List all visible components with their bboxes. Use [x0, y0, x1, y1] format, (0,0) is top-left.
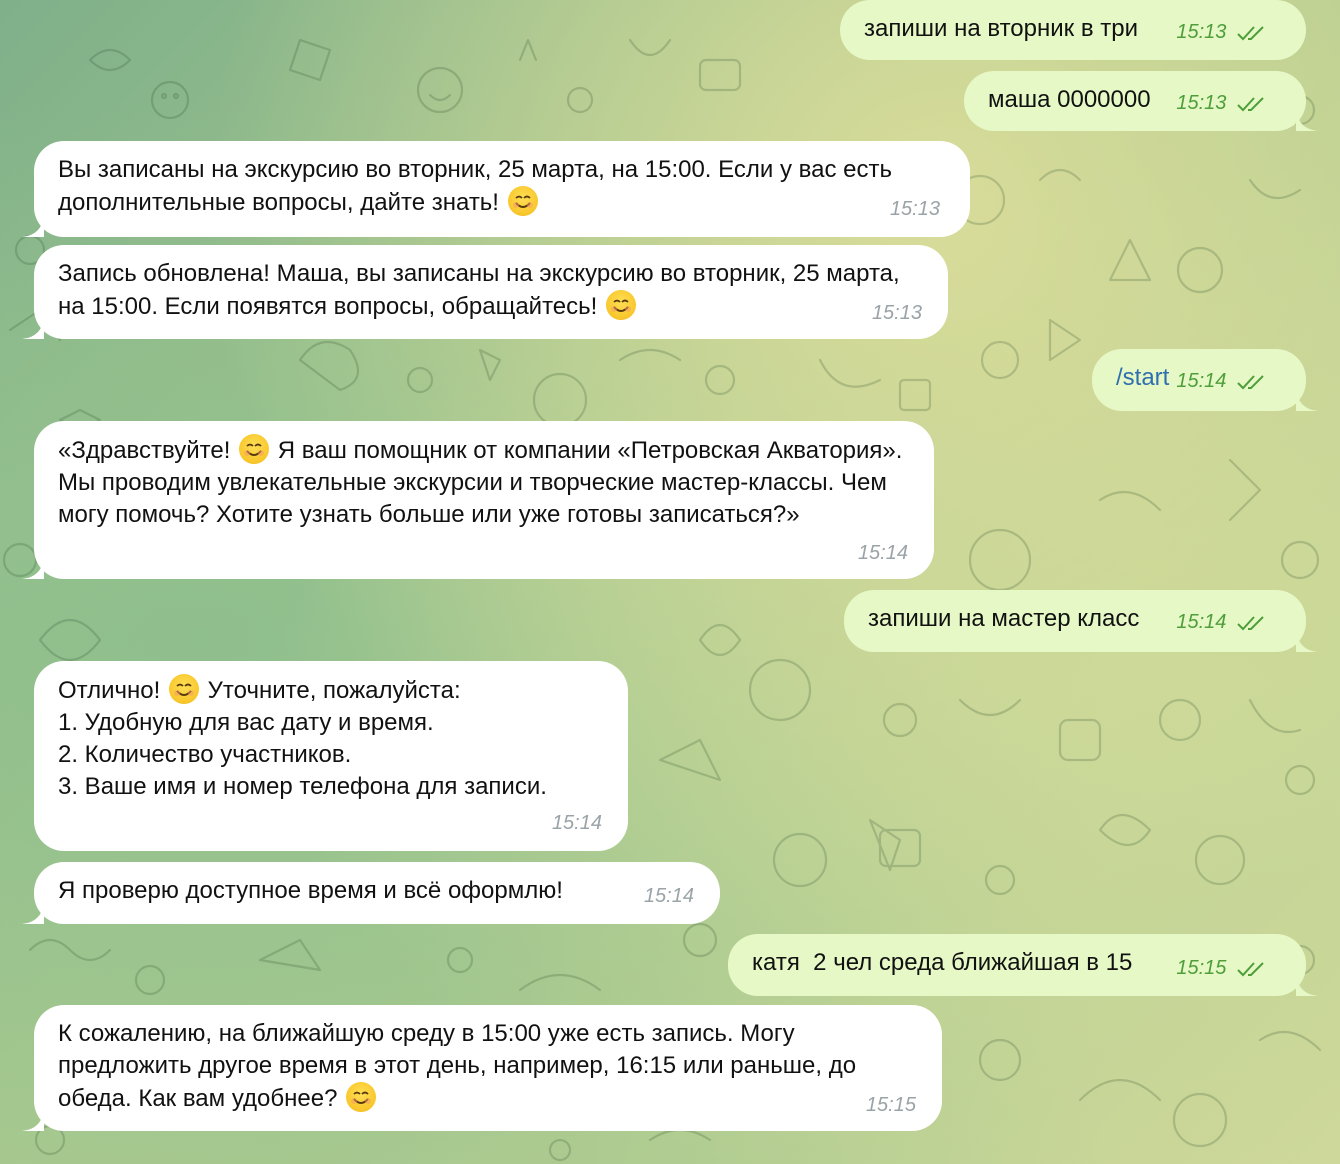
incoming-message[interactable]: Отлично! Уточните, пожалуйста: 1. Удобну… [34, 661, 628, 851]
message-text: запиши на мастер класс [868, 605, 1140, 632]
incoming-message[interactable]: К сожалению, на ближайшую среду в 15:00 … [22, 1005, 942, 1131]
message-text: Запись обновлена! Маша, вы записаны на э… [58, 260, 907, 320]
message-time: 15:13 [889, 198, 940, 220]
smiling-face-emoji [346, 1082, 377, 1112]
smiling-face-emoji [507, 186, 538, 216]
outgoing-message[interactable]: маша 0000000 15:13 [964, 71, 1318, 131]
message-time: 15:14 [857, 542, 908, 564]
message-time: 15:13 [1176, 21, 1227, 43]
incoming-message[interactable]: Я проверю доступное время и всё оформлю!… [22, 862, 720, 924]
message-meta: 15:13 [1176, 20, 1266, 44]
message-text: К сожалению, на ближайшую среду в 15:00 … [58, 1020, 863, 1112]
bubble-tail [22, 1109, 44, 1131]
message-time: 15:14 [1176, 611, 1227, 633]
incoming-message[interactable]: «Здравствуйте! Я ваш помощник от компани… [22, 421, 934, 579]
incoming-message[interactable]: Запись обновлена! Маша, вы записаны на э… [22, 245, 948, 339]
message-meta: 15:14 [1176, 610, 1266, 634]
bubble-tail [1296, 630, 1318, 652]
smiling-face-emoji [169, 674, 199, 704]
bubble-tail [22, 902, 44, 924]
message-text: Вы записаны на экскурсию во вторник, 25 … [58, 156, 899, 216]
message-time: 15:15 [865, 1094, 916, 1116]
outgoing-message[interactable]: запиши на вторник в три 15:13 [840, 0, 1306, 60]
message-text: Я проверю доступное время и всё оформлю! [58, 877, 563, 904]
outgoing-message[interactable]: /start 15:14 [1092, 349, 1318, 411]
message-time: 15:13 [1176, 92, 1227, 114]
double-check-icon [1237, 962, 1264, 977]
double-check-icon [1237, 616, 1264, 631]
smiling-face-emoji [606, 290, 636, 320]
bubble-tail [22, 215, 44, 237]
double-check-icon [1237, 26, 1264, 41]
message-meta: 15:14 [1176, 369, 1266, 393]
double-check-icon [1237, 97, 1264, 112]
message-time: 15:14 [643, 885, 694, 907]
incoming-message[interactable]: Вы записаны на экскурсию во вторник, 25 … [22, 141, 970, 237]
message-meta: 15:13 [1176, 91, 1266, 115]
bubble-tail [1296, 974, 1318, 996]
double-check-icon [1237, 375, 1264, 390]
message-text: «Здравствуйте! Я ваш помощник от компани… [58, 434, 909, 528]
bubble-tail [22, 317, 44, 339]
message-text: катя 2 чел среда ближайшая в 15 [752, 949, 1133, 976]
message-meta: 15:15 [1176, 956, 1266, 980]
bubble-tail [1296, 109, 1318, 131]
outgoing-message[interactable]: запиши на мастер класс 15:14 [844, 590, 1318, 652]
message-time: 15:14 [551, 812, 602, 834]
bubble-tail [22, 557, 44, 579]
message-text: Отлично! Уточните, пожалуйста: 1. Удобну… [58, 674, 547, 800]
message-text: запиши на вторник в три [864, 15, 1138, 42]
message-time: 15:14 [1176, 370, 1227, 392]
bot-command-link[interactable]: /start [1116, 364, 1169, 391]
message-text: маша 0000000 [988, 86, 1151, 113]
outgoing-message[interactable]: катя 2 чел среда ближайшая в 15 15:15 [728, 934, 1318, 996]
bubble-tail [1296, 389, 1318, 411]
message-time: 15:13 [871, 302, 922, 324]
smiling-face-emoji [239, 434, 270, 464]
message-time: 15:15 [1176, 957, 1227, 979]
